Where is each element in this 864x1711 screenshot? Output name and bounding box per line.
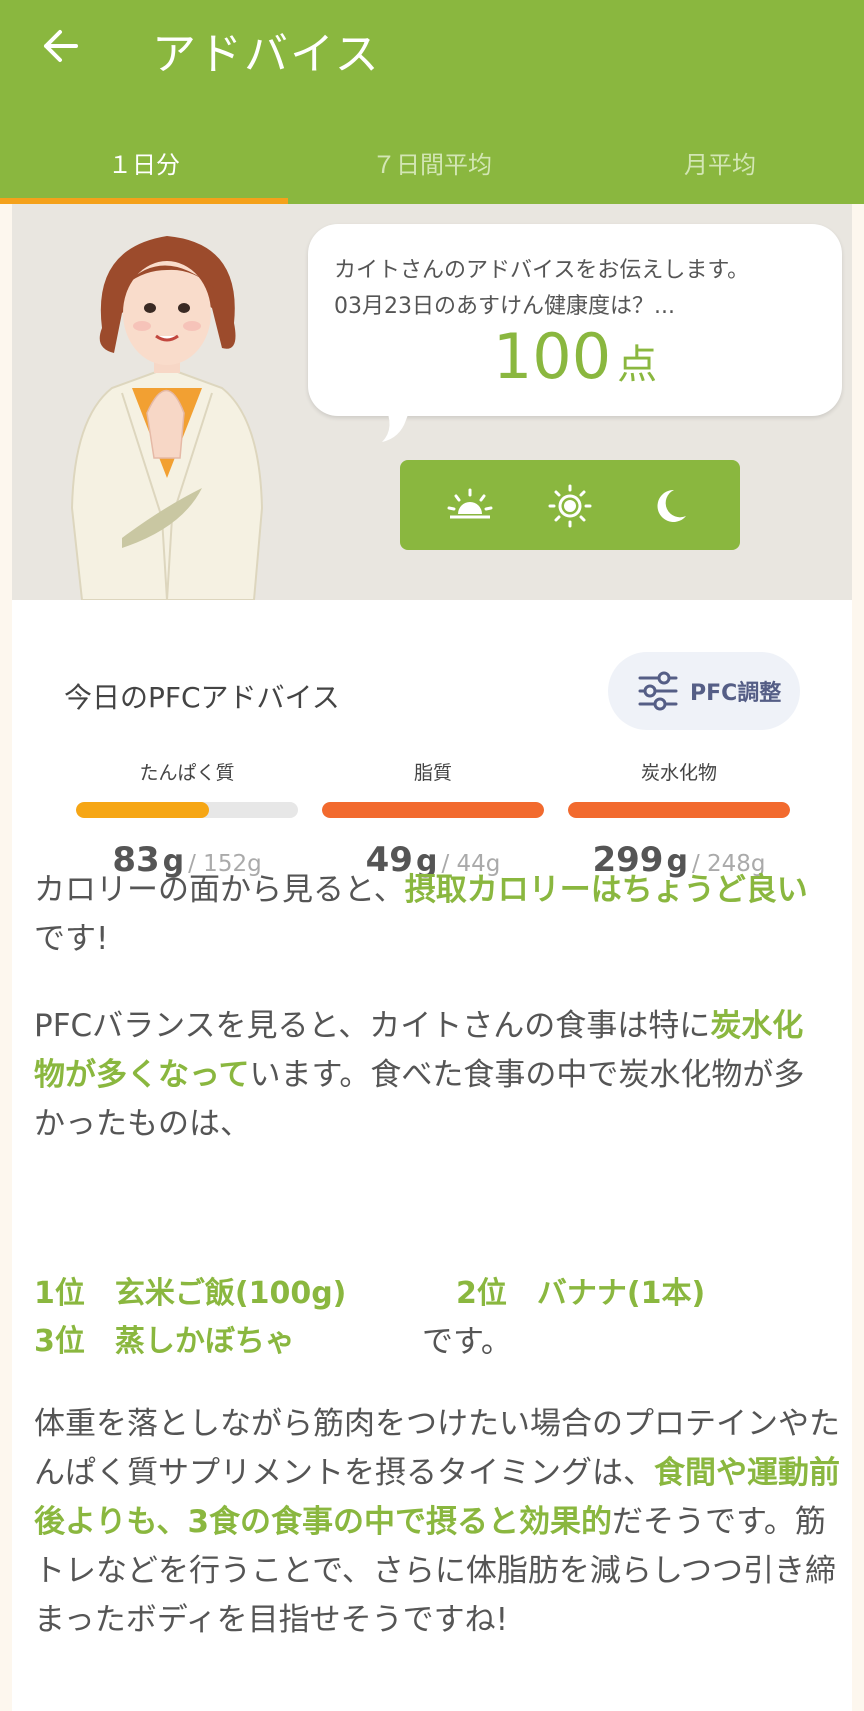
tab-monthly-average[interactable]: 月平均 bbox=[576, 120, 864, 204]
nutrient-progress-fill bbox=[568, 802, 790, 818]
tab-seven-day-average[interactable]: ７日間平均 bbox=[288, 120, 576, 204]
speech-bubble-tail bbox=[382, 404, 412, 442]
health-score-question: 03月23日のあすけん健康度は？... bbox=[334, 294, 675, 319]
advice-text: カロリーの面から見ると、 bbox=[34, 872, 405, 908]
advice-hero: カイトさんのアドバイスをお伝えします。 03月23日のあすけん健康度は？... … bbox=[12, 204, 852, 600]
advisor-illustration bbox=[70, 236, 264, 600]
score-value: 100 bbox=[492, 320, 612, 393]
nutrient-label: たんぱく質 bbox=[139, 762, 235, 784]
advice-text: です! bbox=[34, 921, 109, 957]
ranking-item-1: 1位 玄米ご飯(100g) bbox=[34, 1276, 347, 1311]
page-title: アドバイス bbox=[152, 29, 381, 80]
moon-icon[interactable] bbox=[646, 484, 694, 528]
advice-intro: カイトさんのアドバイスをお伝えします。 bbox=[334, 258, 750, 283]
calorie-advice: カロリーの面から見ると、摂取カロリーはちょうど良いです! bbox=[34, 866, 824, 964]
sun-icon[interactable] bbox=[546, 484, 594, 528]
protein-timing-advice: 体重を落としながら筋肉をつけたい場合のプロテインやたんぱく質サプリメントを摂るタ… bbox=[34, 1400, 844, 1645]
advice-highlight: 摂取カロリーはちょうど良い bbox=[404, 872, 808, 908]
nutrient-label: 脂質 bbox=[413, 762, 452, 784]
nutrient-progress-fill bbox=[76, 802, 210, 818]
speech-bubble: カイトさんのアドバイスをお伝えします。 03月23日のあすけん健康度は？... … bbox=[308, 224, 842, 416]
health-score: 100 点 bbox=[308, 320, 842, 393]
nutrient-progress-fill bbox=[322, 802, 544, 818]
ranking-item-2: 2位 バナナ(1本) bbox=[456, 1276, 706, 1311]
nutrient-carbohydrate: 炭水化物 299 g/ 248g bbox=[568, 758, 790, 880]
advice-text: PFCバランスを見ると、カイトさんの食事は特に bbox=[34, 1008, 711, 1044]
pfc-adjust-label: PFC調整 bbox=[690, 681, 782, 706]
ranking-suffix: です。 bbox=[422, 1324, 512, 1360]
meal-time-selector bbox=[400, 460, 740, 550]
sunrise-icon[interactable] bbox=[446, 484, 494, 528]
nutrient-protein: たんぱく質 83 g/ 152g bbox=[76, 758, 298, 880]
arrow-left-icon[interactable] bbox=[40, 22, 92, 70]
sliders-icon bbox=[638, 671, 678, 711]
pfc-adjust-button[interactable]: PFC調整 bbox=[608, 652, 800, 730]
tab-one-day[interactable]: １日分 bbox=[0, 120, 288, 204]
nutrient-progress-track bbox=[76, 802, 298, 818]
advice-card: 今日のPFCアドバイス PFC調整 たんぱく質 83 g/ 152g 脂質 49 g… bbox=[12, 600, 852, 1711]
nutrient-progress-track bbox=[322, 802, 544, 818]
pfc-balance-advice: PFCバランスを見ると、カイトさんの食事は特に炭水化物が多くなっています。食べた… bbox=[34, 1002, 824, 1149]
tab-bar: １日分 ７日間平均 月平均 bbox=[0, 120, 864, 204]
nutrient-label: 炭水化物 bbox=[640, 762, 717, 784]
ranking-item-3: 3位 蒸しかぼちゃ bbox=[34, 1324, 295, 1359]
app-bar: アドバイス １日分 ７日間平均 月平均 bbox=[0, 0, 864, 204]
nutrient-fat: 脂質 49 g/ 44g bbox=[322, 758, 544, 880]
pfc-title: 今日のPFCアドバイス bbox=[64, 681, 340, 714]
nutrient-progress-track bbox=[568, 802, 790, 818]
score-unit: 点 bbox=[617, 342, 658, 388]
